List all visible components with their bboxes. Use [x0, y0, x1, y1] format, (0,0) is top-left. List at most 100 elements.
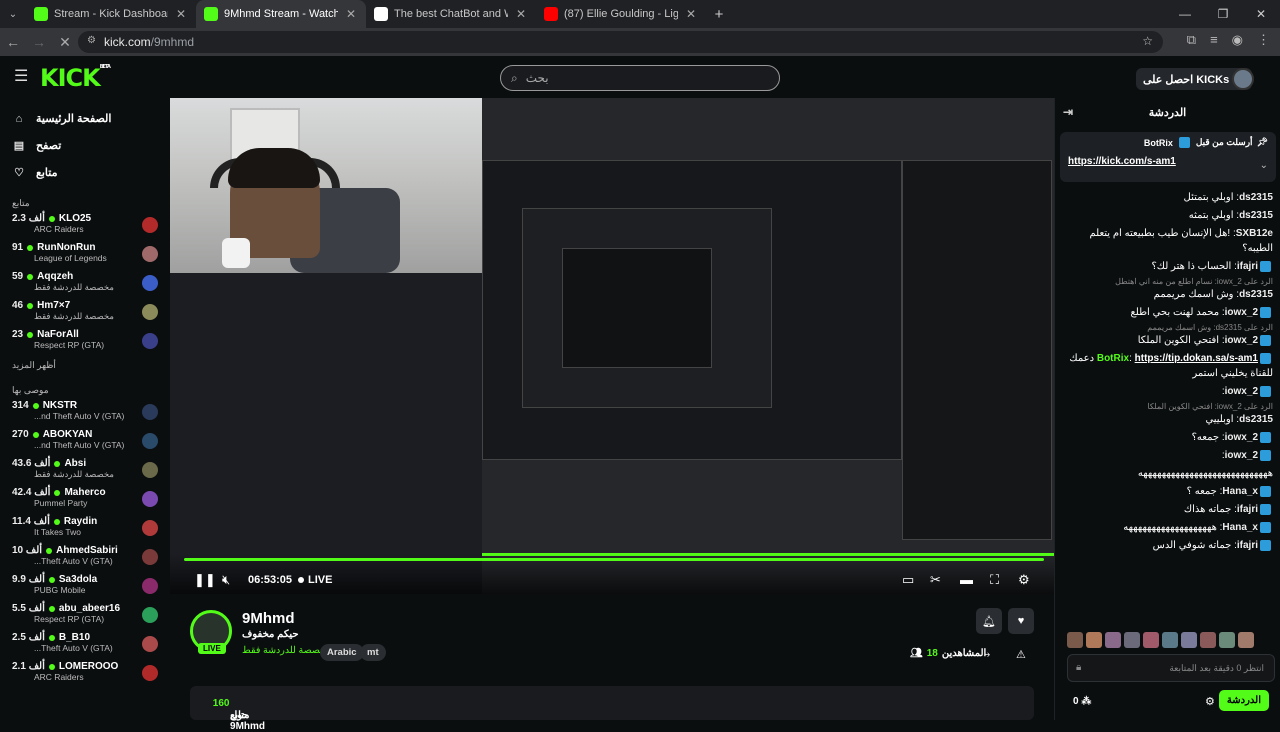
chat-username[interactable]: 2_iowx	[1225, 386, 1258, 397]
chat-message[interactable]: Hana_x: هههههههههههههههههههه	[1067, 520, 1273, 535]
streamer-name[interactable]: 9Mhmd	[242, 610, 295, 627]
emote-icon[interactable]	[1067, 632, 1083, 648]
kick-logo[interactable]: KICKBETA	[40, 64, 111, 92]
emote-icon[interactable]	[1105, 632, 1121, 648]
search-input[interactable]: ⌕ بحث	[500, 65, 780, 91]
points-display[interactable]: 0 ⁂	[1073, 696, 1091, 707]
fullscreen-icon[interactable]: ⛶	[990, 572, 999, 588]
browser-tab[interactable]: (87) Ellie Goulding - Lights (Lyri ✕	[536, 0, 706, 28]
chat-username[interactable]: BotRix	[1097, 353, 1129, 364]
tab-close-icon[interactable]: ✕	[684, 7, 698, 21]
browser-tab[interactable]: 9Mhmd Stream - Watch Live on ✕	[196, 0, 366, 28]
sidebar-channel[interactable]: 5.5 ألف abu_abeer16 Respect RP (GTA)	[0, 603, 170, 632]
browser-tab[interactable]: Stream - Kick Dashboard ✕	[26, 0, 196, 28]
collapse-chat-icon[interactable]: ⇥	[1063, 105, 1073, 119]
emote-icon[interactable]	[1162, 632, 1178, 648]
chat-username[interactable]: ifajri	[1237, 540, 1258, 551]
chat-message[interactable]: ds2315: اوبلييي	[1067, 412, 1273, 427]
chat-message[interactable]: ds2315: وش اسمك مريممم	[1067, 287, 1273, 302]
emote-icon[interactable]	[1219, 632, 1235, 648]
sidebar-nav-item[interactable]: ⌂ الصفحة الرئيسية	[0, 105, 170, 132]
emote-icon[interactable]	[1124, 632, 1140, 648]
follow-button[interactable]: ♥	[1008, 608, 1034, 634]
chevron-down-icon[interactable]: ⌄	[1260, 160, 1268, 171]
chat-message[interactable]: BotRix: https://tip.dokan.sa/s-am1 دعمك …	[1067, 351, 1273, 381]
tag-arabic[interactable]: Arabic	[320, 644, 364, 661]
tab-close-icon[interactable]: ✕	[174, 7, 188, 21]
chat-settings-icon[interactable]: ⚙	[1205, 695, 1215, 708]
chat-username[interactable]: ifajri	[1237, 261, 1258, 272]
sidebar-channel[interactable]: 270 ABOKYAN ...nd Theft Auto V (GTA)	[0, 429, 170, 458]
browser-tab[interactable]: The best ChatBot and Widgets ✕	[366, 0, 536, 28]
chat-message[interactable]: 2_iowx: افتحي الكوين الملكا	[1067, 333, 1273, 348]
sidebar-channel[interactable]: 2.1 ألف LOMEROOO ARC Raiders	[0, 661, 170, 690]
sidebar-channel[interactable]: 59 Aqqzeh مخصصة للدردشة فقط	[0, 271, 170, 300]
emote-icon[interactable]	[1238, 632, 1254, 648]
site-info-icon[interactable]: ⚙	[87, 35, 96, 46]
chat-username[interactable]: ifajri	[1237, 504, 1258, 515]
chat-username[interactable]: ds2315	[1239, 210, 1273, 221]
profile-icon[interactable]: ◉	[1232, 32, 1243, 48]
chat-username[interactable]: Hana_x	[1222, 522, 1258, 533]
chat-username[interactable]: SXB12e	[1236, 228, 1273, 239]
back-icon[interactable]: ←	[0, 34, 26, 50]
show-more-link[interactable]: أظهر المزيد	[0, 358, 170, 379]
video-player[interactable]: ❚❚ 🔇︎ 06:53:05 LIVE ▭ ✂ ▬ ⛶ ⚙	[170, 98, 1054, 594]
sidebar-channel[interactable]: 2.5 ألف B_B10 ...Theft Auto V (GTA)	[0, 632, 170, 661]
notification-button[interactable]: 🔔︎	[976, 608, 1002, 634]
chat-message[interactable]: ifajri: جماته هذاك	[1067, 502, 1273, 517]
sidebar-channel[interactable]: 314 NKSTR ...nd Theft Auto V (GTA)	[0, 400, 170, 429]
close-window-icon[interactable]: ✕	[1242, 0, 1280, 28]
chat-message[interactable]: 2_iowx:	[1067, 448, 1273, 463]
settings-icon[interactable]: ⚙	[1018, 572, 1030, 588]
emote-icon[interactable]	[1181, 632, 1197, 648]
clip-icon[interactable]: ✂	[930, 572, 941, 588]
share-icon[interactable]: ⤷	[984, 648, 990, 661]
new-tab-button[interactable]: +	[706, 0, 732, 28]
pause-icon[interactable]: ❚❚	[194, 572, 216, 588]
mini-player-icon[interactable]: ▭	[902, 572, 914, 588]
bookmark-star-icon[interactable]: ☆	[1142, 34, 1153, 48]
stream-category[interactable]: مخصصة للدردشة فقط	[242, 645, 331, 656]
chat-message[interactable]: ifajri: جماته شوفي الدس	[1067, 538, 1273, 553]
sidebar-channel[interactable]: 10 ألف AhmedSabiri ...Theft Auto V (GTA)	[0, 545, 170, 574]
tag-mt[interactable]: mt	[360, 644, 386, 661]
mute-icon[interactable]: 🔇︎	[222, 572, 230, 588]
chat-message[interactable]: ds2315: اوبلي بتمتئل	[1067, 190, 1274, 205]
media-icon[interactable]: ≡	[1210, 32, 1218, 48]
emote-icon[interactable]	[1200, 632, 1216, 648]
pinned-link[interactable]: https://kick.com/s-am1	[1068, 156, 1268, 167]
chat-username[interactable]: ds2315	[1239, 414, 1273, 425]
menu-icon[interactable]: ⋮	[1257, 32, 1270, 48]
video-progress-bar[interactable]	[184, 558, 1044, 561]
url-field[interactable]: ⚙ kick.com/9mhmd ☆	[78, 31, 1163, 53]
minimize-icon[interactable]: —	[1166, 0, 1204, 28]
chat-username[interactable]: Hana_x	[1222, 486, 1258, 497]
chat-message[interactable]: 2_iowx:	[1067, 384, 1273, 399]
chat-username[interactable]: 2_iowx	[1225, 432, 1258, 443]
chat-message[interactable]: Hana_x: جمعه ؟	[1067, 484, 1273, 499]
chat-message[interactable]: ifajri: الحساب ذا هتر لك؟	[1067, 259, 1273, 274]
emote-icon[interactable]	[1086, 632, 1102, 648]
send-chat-button[interactable]: الدردشة	[1218, 690, 1269, 711]
sidebar-channel[interactable]: 9.9 ألف Sa3dola PUBG Mobile	[0, 574, 170, 603]
chat-message[interactable]: ds2315: اوبلي بتمثه	[1067, 208, 1273, 223]
sidebar-channel[interactable]: 23 NaForAll Respect RP (GTA)	[0, 329, 170, 358]
restore-icon[interactable]: ❐	[1204, 0, 1242, 28]
chat-message[interactable]: SXB12e: !هل الإنسان طيب بطبيعته ام يتعلم…	[1067, 226, 1274, 256]
sidebar-channel[interactable]: 2.3 ألف KLO25 ARC Raiders	[0, 213, 170, 242]
theater-mode-icon[interactable]: ▬	[960, 572, 973, 587]
sidebar-channel[interactable]: 42.4 ألف Maherco Pummel Party	[0, 487, 170, 516]
forward-icon[interactable]: →	[26, 34, 52, 50]
sidebar-nav-item[interactable]: ▤ تصفح	[0, 132, 170, 159]
report-icon[interactable]: ⚠	[1016, 648, 1026, 661]
sidebar-nav-item[interactable]: ♡ متابع	[0, 159, 170, 186]
tab-close-icon[interactable]: ✕	[344, 7, 358, 21]
emote-icon[interactable]	[1143, 632, 1159, 648]
chat-username[interactable]: 2_iowx	[1225, 307, 1258, 318]
hamburger-menu-icon[interactable]: ☰	[14, 66, 28, 86]
sidebar-channel[interactable]: 91 RunNonRun League of Legends	[0, 242, 170, 271]
tab-close-icon[interactable]: ✕	[514, 7, 528, 21]
chat-message[interactable]: 2_iowx: جمعه؟	[1067, 430, 1273, 445]
chat-username[interactable]: 2_iowx	[1225, 450, 1258, 461]
